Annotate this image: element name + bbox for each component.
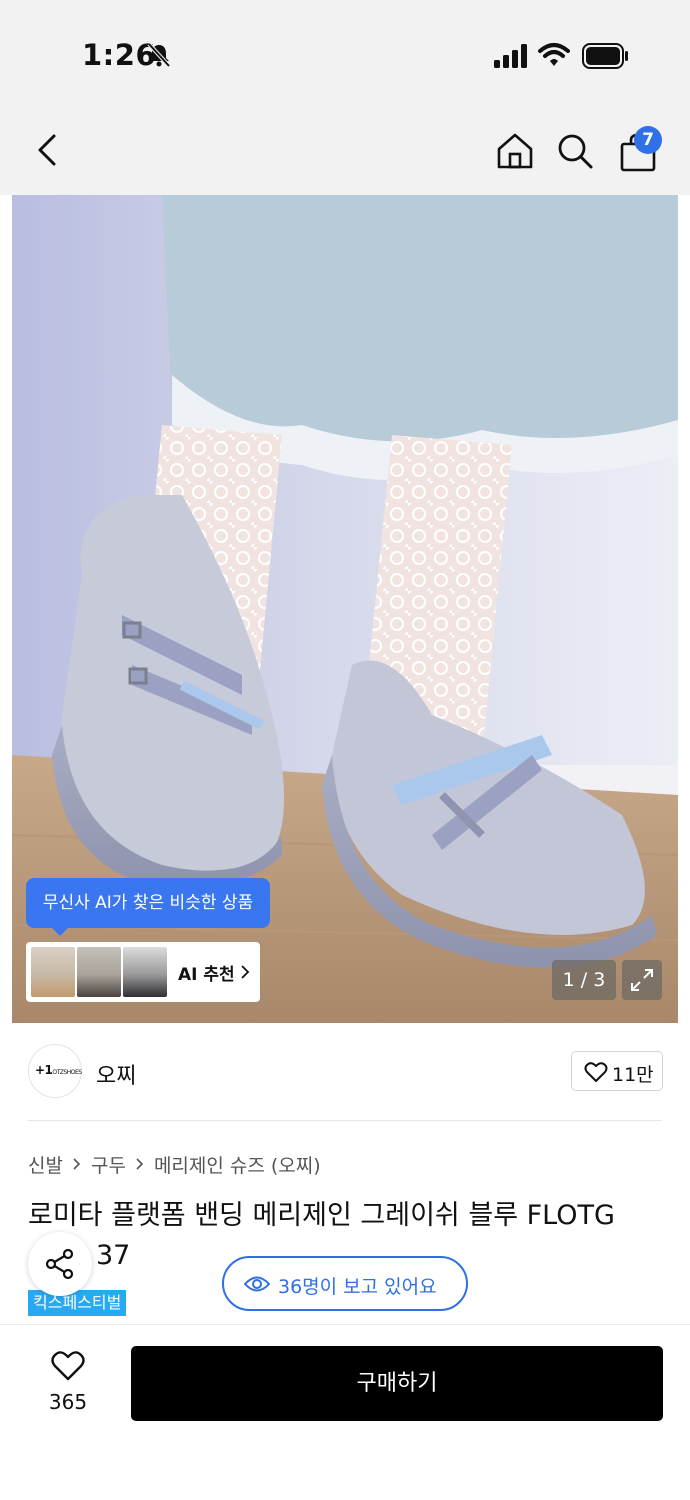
bell-slash-icon [147, 42, 171, 68]
brand-logo-text: +1OTZSHOES [35, 1063, 82, 1077]
ai-recommend-button[interactable]: AI 추천 [26, 942, 260, 1002]
breadcrumb: 신발 구두 메리제인 슈즈 (오찌) [28, 1150, 321, 1178]
share-icon [45, 1248, 74, 1280]
divider [0, 1324, 690, 1325]
heart-icon [584, 1062, 608, 1082]
viewers-count-pill: 36명이 보고 있어요 [222, 1256, 468, 1311]
ai-recommend-label: AI 추천 [178, 965, 235, 985]
expand-icon [631, 969, 653, 991]
ai-thumbnail [123, 947, 167, 997]
home-icon[interactable] [496, 132, 534, 170]
cart-count-badge: 7 [634, 126, 662, 154]
image-counter: 1 / 3 [552, 960, 616, 1000]
search-icon[interactable] [556, 132, 594, 170]
product-title-suffix: 37 [96, 1240, 131, 1271]
breadcrumb-item[interactable]: 구두 [91, 1151, 126, 1178]
chevron-right-icon [241, 965, 250, 979]
breadcrumb-item[interactable]: 신발 [28, 1151, 63, 1178]
wishlist-count: 365 [48, 1390, 88, 1414]
wifi-icon [538, 43, 570, 66]
brand-logo[interactable]: +1OTZSHOES [28, 1044, 82, 1098]
buy-button[interactable]: 구매하기 [131, 1346, 663, 1421]
brand-like-button[interactable]: 11만 [571, 1051, 663, 1091]
top-nav-bar [0, 100, 690, 195]
divider [28, 1120, 662, 1121]
product-title: 로미타 플랫폼 밴딩 메리제인 그레이쉬 블루 FLOTG [28, 1200, 615, 1231]
share-button[interactable] [28, 1232, 92, 1296]
ai-thumbnail [31, 947, 75, 997]
brand-name[interactable]: 오찌 [96, 1058, 136, 1090]
wishlist-button[interactable]: 365 [30, 1346, 106, 1422]
ai-thumbnail [77, 947, 121, 997]
status-bar: 1:26 [0, 0, 690, 100]
eye-icon [244, 1276, 270, 1292]
breadcrumb-item[interactable]: 메리제인 슈즈 (오찌) [154, 1151, 321, 1178]
signal-icon [494, 44, 527, 68]
festival-badge: 킥스페스티벌 [28, 1290, 127, 1316]
heart-icon [51, 1351, 85, 1381]
ai-similar-products-tooltip: 무신사 AI가 찾은 비슷한 상품 [26, 878, 270, 936]
brand-like-count: 11만 [612, 1064, 654, 1086]
battery-icon [582, 43, 628, 69]
viewers-count-text: 36명이 보고 있어요 [278, 1276, 437, 1298]
chevron-right-icon [73, 1158, 81, 1170]
expand-image-button[interactable] [622, 960, 662, 1000]
back-arrow-icon[interactable] [30, 130, 66, 170]
chevron-right-icon [136, 1158, 144, 1170]
